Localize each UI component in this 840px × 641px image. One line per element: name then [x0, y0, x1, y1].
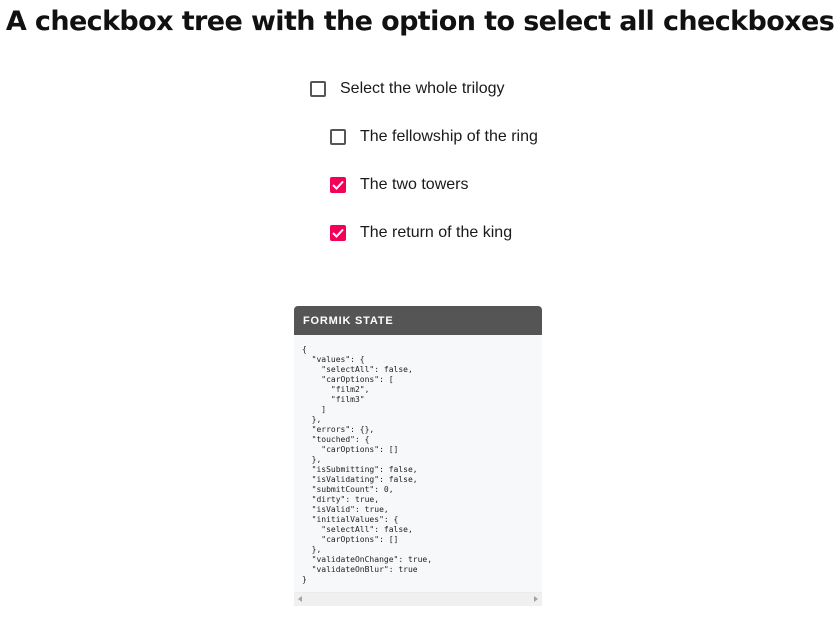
page-title: A checkbox tree with the option to selec… — [5, 6, 835, 37]
checkbox-film3[interactable]: The return of the king — [330, 221, 512, 245]
scroll-left-arrow-icon[interactable] — [298, 596, 302, 602]
scroll-right-arrow-icon[interactable] — [534, 596, 538, 602]
formik-state-panel: FORMIK STATE { "values": { "selectAll": … — [294, 306, 542, 606]
formik-state-header: FORMIK STATE — [294, 306, 542, 335]
checkbox-film2-label: The two towers — [360, 176, 469, 193]
select-all-label: Select the whole trilogy — [340, 80, 505, 97]
checkbox-film3-box[interactable] — [330, 225, 346, 241]
checkbox-film1-label: The fellowship of the ring — [360, 128, 538, 145]
select-all-checkbox[interactable]: Select the whole trilogy — [310, 77, 505, 101]
checkbox-film1-box[interactable] — [330, 129, 346, 145]
select-all-checkbox-box[interactable] — [310, 81, 326, 97]
formik-state-json: { "values": { "selectAll": false, "carOp… — [302, 345, 433, 584]
checkbox-film1[interactable]: The fellowship of the ring — [330, 125, 538, 149]
checkbox-film3-label: The return of the king — [360, 224, 513, 241]
formik-state-body[interactable]: { "values": { "selectAll": false, "carOp… — [294, 335, 542, 592]
checkmark-icon — [332, 180, 344, 190]
horizontal-scrollbar[interactable] — [294, 592, 542, 606]
checkbox-film2[interactable]: The two towers — [330, 173, 468, 197]
checkmark-icon — [332, 228, 344, 238]
checkbox-film2-box[interactable] — [330, 177, 346, 193]
